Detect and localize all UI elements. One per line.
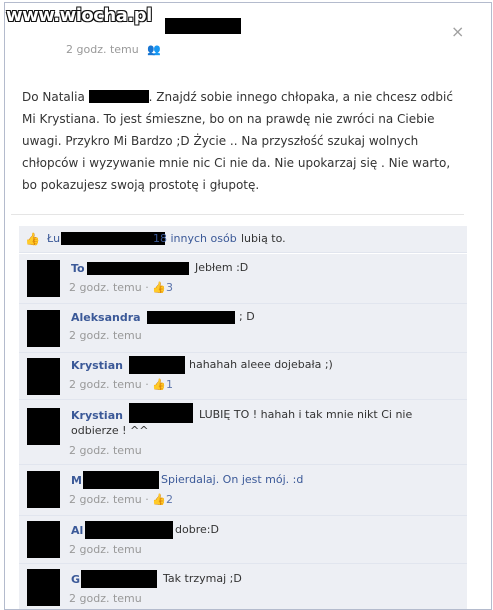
comment-meta: 2 godz. temu [69,329,142,342]
divider [11,214,464,215]
comment-text: hahahah aleee dojebała ;) [189,358,333,371]
comment-like-icon[interactable]: 👍 [152,378,166,391]
comment-time[interactable]: 2 godz. temu [69,281,142,294]
avatar[interactable] [27,569,60,606]
comment-text: Jebłem :D [195,261,249,274]
likes-suffix: lubią to. [241,232,286,245]
post-text-part-2: . Znajdź sobie innego chłopaka, a nie ch… [22,90,453,192]
likes-others-link[interactable]: 18 innych osób [153,232,237,245]
close-icon[interactable]: × [451,22,464,41]
comment-text: dobre:D [175,523,219,536]
comment-meta: 2 godz. temu · 👍2 [69,493,173,506]
avatar[interactable] [27,521,60,558]
comment-meta: 2 godz. temu · 👍3 [69,281,173,294]
redacted-liker-name [61,232,165,245]
comment-time[interactable]: 2 godz. temu [69,444,142,457]
comment-time[interactable]: 2 godz. temu [69,493,142,506]
avatar[interactable] [27,408,60,445]
redacted-author-name [147,311,235,324]
comment-text: ; D [239,310,255,323]
comment-author[interactable]: Krystian [71,359,123,372]
redacted-author-name [87,262,189,275]
comment-text: LUBIĘ TO ! hahah i tak mnie nikt Ci nie … [71,408,413,437]
comment: G Tak trzymaj ;D 2 godz. temu [19,564,467,609]
avatar[interactable] [27,260,60,297]
separator-dot: · [145,281,149,294]
redacted-author-name [83,471,159,489]
comment: M Spierdalaj. On jest mój. :d 2 godz. te… [19,465,467,516]
avatar[interactable] [27,471,60,508]
comment-like-count[interactable]: 2 [166,493,173,506]
comment-author[interactable]: M [71,474,82,487]
redacted-poster-name [165,18,241,34]
avatar[interactable] [27,310,60,347]
comment-meta: 2 godz. temu [69,444,142,457]
post-text-part-1: Do Natalia [22,90,85,104]
separator-dot: · [145,378,149,391]
redacted-author-name [85,521,173,539]
comment-time[interactable]: 2 godz. temu [69,592,142,605]
comment: Krystian LUBIĘ TO ! hahah i tak mnie nik… [19,400,467,465]
watermark: www.wiocha.pl [6,5,152,26]
thumbs-up-icon: 👍 [25,232,40,246]
comment-meta: 2 godz. temu · 👍1 [69,378,173,391]
comment-like-count[interactable]: 3 [166,281,173,294]
people-icon: 👥 [147,43,161,56]
post-timestamp[interactable]: 2 godz. temu [66,43,139,56]
comment-author[interactable]: G [71,573,80,586]
comment: Aleksandra ; D 2 godz. temu [19,304,467,353]
comment-time[interactable]: 2 godz. temu [69,329,142,342]
comment: Krystian hahahah aleee dojebała ;) 2 god… [19,353,467,400]
comment-meta: 2 godz. temu [69,543,142,556]
redacted-author-name [81,570,157,588]
redacted-author-name [129,356,185,374]
comment-like-icon[interactable]: 👍 [152,281,166,294]
comment: To Jebłem :D 2 godz. temu · 👍3 [19,254,467,304]
comment-time[interactable]: 2 godz. temu [69,543,142,556]
comment-like-count[interactable]: 1 [166,378,173,391]
comment-like-icon[interactable]: 👍 [152,493,166,506]
comment-author[interactable]: To [71,262,85,275]
comment-text: Tak trzymaj ;D [163,572,242,585]
comment-time[interactable]: 2 godz. temu [69,378,142,391]
likes-first-name[interactable]: Łu [47,232,60,245]
comment-author[interactable]: Al [71,524,83,537]
comment-meta: 2 godz. temu [69,592,142,605]
likes-bar: 👍 Łu 18 innych osób lubią to. [19,226,467,253]
comment: Al dobre:D 2 godz. temu [19,516,467,564]
separator-dot: · [145,493,149,506]
facebook-post-card: 2 godz. temu 👥 × Do Natalia . Znajdź sob… [4,2,492,610]
redacted-name-inline [88,90,149,103]
comment-text: Spierdalaj. On jest mój. :d [161,473,304,486]
comment-author[interactable]: Aleksandra [71,311,141,324]
avatar[interactable] [27,358,60,395]
post-body: Do Natalia . Znajdź sobie innego chłopak… [22,86,462,196]
